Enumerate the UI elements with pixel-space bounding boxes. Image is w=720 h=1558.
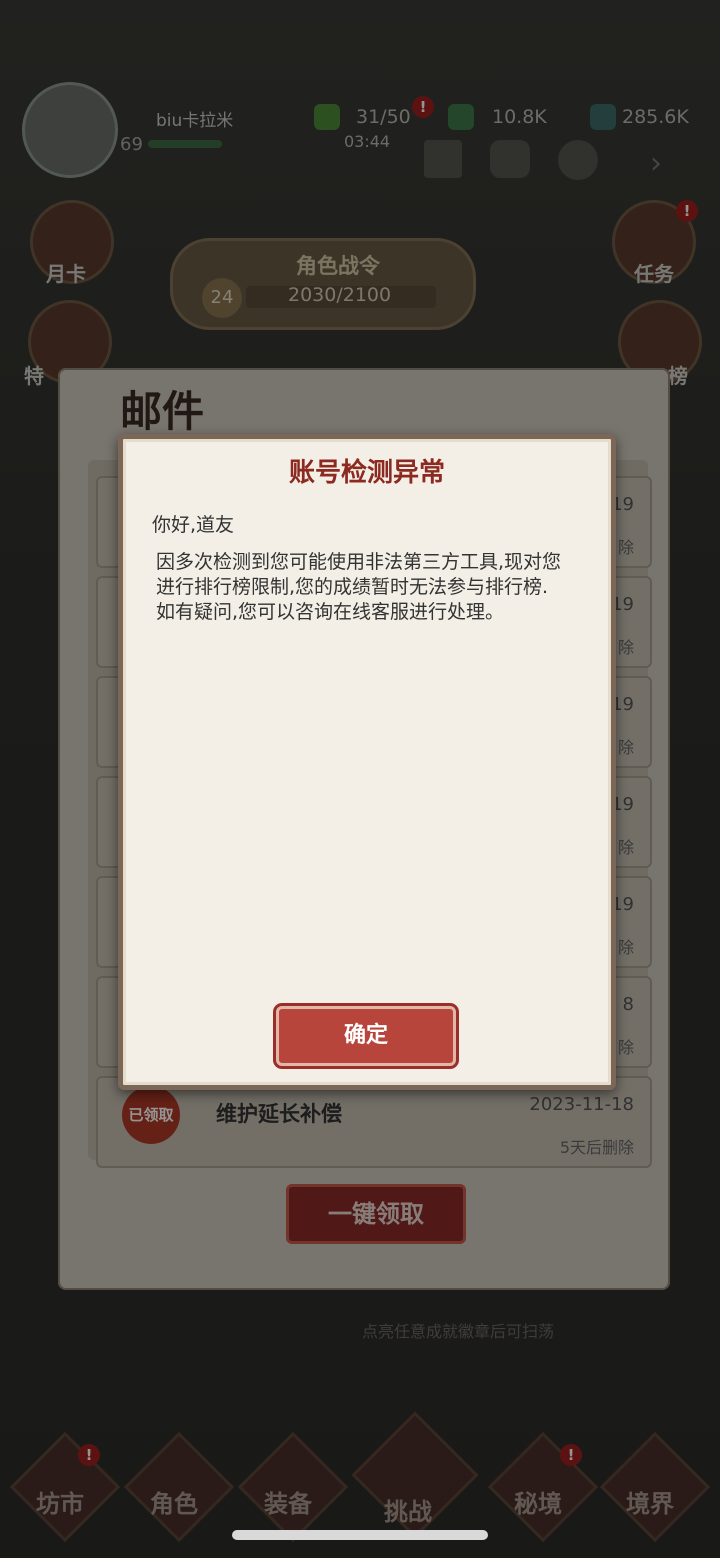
- dialog-body: 因多次检测到您可能使用非法第三方工具,现对您进行排行榜限制,您的成绩暂时无法参与…: [156, 551, 562, 623]
- home-indicator[interactable]: [232, 1530, 488, 1540]
- dialog-title: 账号检测异常: [288, 458, 445, 488]
- dialog-greeting: 你好,道友: [152, 514, 235, 536]
- confirm-button[interactable]: 确定: [276, 1006, 456, 1066]
